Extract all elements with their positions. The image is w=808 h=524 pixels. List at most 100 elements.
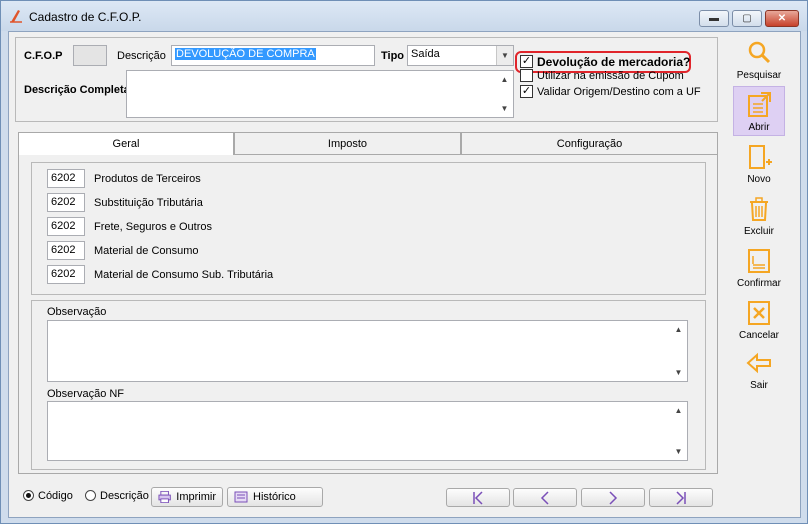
- new-document-icon: [749, 145, 772, 169]
- row-code-3[interactable]: 6202: [47, 217, 85, 236]
- next-record-button[interactable]: [581, 488, 645, 507]
- abrir-label: Abrir: [748, 122, 770, 133]
- imprimir-button[interactable]: Imprimir: [151, 487, 223, 507]
- descricao-completa-field[interactable]: ▲ ▼: [126, 70, 514, 118]
- observacao-nf-field[interactable]: ▲ ▼: [47, 401, 688, 461]
- tab-configuracao[interactable]: Configuração: [461, 132, 718, 154]
- scroll-down-icon[interactable]: ▼: [675, 447, 683, 456]
- descricao-label: Descrição: [117, 50, 166, 62]
- scrollbar[interactable]: ▲ ▼: [671, 403, 686, 459]
- minimize-icon: ▬: [709, 13, 719, 24]
- last-record-button[interactable]: [649, 488, 713, 507]
- devolucao-checkbox[interactable]: ✓: [520, 55, 533, 68]
- row-text-2: Substituição Tributária: [94, 197, 203, 209]
- title-bar: Cadastro de C.F.O.P. ▬ ▢ ✕: [1, 1, 807, 31]
- scroll-up-icon[interactable]: ▲: [675, 406, 683, 415]
- open-icon: [748, 92, 771, 117]
- cfop-label: C.F.O.P: [24, 50, 63, 62]
- cfop-field[interactable]: [73, 45, 107, 66]
- scroll-up-icon[interactable]: ▲: [675, 325, 683, 334]
- cancel-icon: [748, 301, 770, 325]
- row-code-4-value: 6202: [51, 244, 76, 256]
- client-area: C.F.O.P Descrição DEVOLUÇÃO DE COMPRA Ti…: [8, 31, 801, 518]
- observacao-label: Observação: [47, 306, 107, 318]
- minimize-button[interactable]: ▬: [699, 10, 729, 27]
- tab-configuracao-label: Configuração: [556, 137, 623, 150]
- observacao-nf-label: Observação NF: [47, 388, 125, 400]
- tab-content: 6202 Produtos de Terceiros 6202 Substitu…: [18, 154, 718, 474]
- observacao-field[interactable]: ▲ ▼: [47, 320, 688, 382]
- confirm-icon: [748, 249, 770, 273]
- pesquisar-button[interactable]: Pesquisar: [733, 38, 785, 81]
- tipo-label: Tipo: [381, 50, 405, 62]
- row-text-4: Material de Consumo: [94, 245, 199, 257]
- descricao-field[interactable]: DEVOLUÇÃO DE COMPRA: [171, 45, 375, 66]
- historico-button[interactable]: Histórico: [227, 487, 323, 507]
- printer-icon: [158, 491, 171, 503]
- radio-codigo[interactable]: [23, 490, 34, 501]
- row-code-2-value: 6202: [51, 196, 76, 208]
- close-icon: ✕: [777, 13, 787, 24]
- trash-icon: [750, 197, 768, 221]
- confirmar-label: Confirmar: [737, 278, 781, 289]
- tab-geral-label: Geral: [112, 138, 140, 150]
- historico-label: Histórico: [253, 491, 296, 503]
- row-code-1[interactable]: 6202: [47, 169, 85, 188]
- cupom-label: Utilizar na emissão de Cupom: [537, 70, 684, 82]
- search-icon: [748, 41, 771, 64]
- last-icon: [676, 490, 686, 505]
- novo-button[interactable]: Novo: [733, 142, 785, 185]
- validar-uf-checkbox[interactable]: ✓: [520, 85, 533, 98]
- sair-label: Sair: [750, 380, 768, 391]
- first-icon: [473, 490, 483, 505]
- validar-uf-label: Validar Origem/Destino com a UF: [537, 86, 701, 98]
- tab-geral[interactable]: Geral: [18, 132, 234, 155]
- chevron-down-icon[interactable]: ▼: [496, 46, 513, 65]
- row-text-3: Frete, Seguros e Outros: [94, 221, 212, 233]
- sair-button[interactable]: Sair: [733, 348, 785, 391]
- row-code-5[interactable]: 6202: [47, 265, 85, 284]
- window: Cadastro de C.F.O.P. ▬ ▢ ✕ C.F.O.P Descr…: [0, 0, 808, 524]
- maximize-icon: ▢: [742, 13, 752, 24]
- descricao-completa-label: Descrição Completa: [24, 84, 130, 96]
- tab-imposto-label: Imposto: [327, 137, 368, 150]
- tab-imposto[interactable]: Imposto: [234, 132, 461, 154]
- imprimir-label: Imprimir: [176, 491, 216, 503]
- descricao-value: DEVOLUÇÃO DE COMPRA: [175, 48, 316, 60]
- maximize-button[interactable]: ▢: [732, 10, 762, 27]
- previous-record-button[interactable]: [513, 488, 577, 507]
- previous-icon: [540, 490, 549, 505]
- next-icon: [609, 490, 618, 505]
- row-code-4[interactable]: 6202: [47, 241, 85, 260]
- scroll-up-icon[interactable]: ▲: [501, 75, 509, 84]
- row-text-1: Produtos de Terceiros: [94, 173, 201, 185]
- radio-codigo-label: Código: [38, 490, 73, 502]
- history-icon: [234, 491, 248, 503]
- row-text-5: Material de Consumo Sub. Tributária: [94, 269, 274, 281]
- row-code-2[interactable]: 6202: [47, 193, 85, 212]
- abrir-button[interactable]: Abrir: [733, 86, 785, 136]
- cancelar-label: Cancelar: [738, 330, 780, 341]
- scrollbar[interactable]: ▲ ▼: [671, 322, 686, 380]
- tipo-select[interactable]: Saída ▼: [407, 45, 514, 66]
- exit-arrow-icon: [746, 352, 771, 374]
- close-button[interactable]: ✕: [765, 10, 799, 27]
- cupom-checkbox[interactable]: [520, 69, 533, 82]
- scrollbar[interactable]: ▲ ▼: [497, 72, 512, 116]
- window-title: Cadastro de C.F.O.P.: [29, 10, 142, 24]
- row-code-1-value: 6202: [51, 172, 76, 184]
- first-record-button[interactable]: [446, 488, 510, 507]
- cancelar-button[interactable]: Cancelar: [733, 298, 785, 341]
- row-code-3-value: 6202: [51, 220, 76, 232]
- novo-label: Novo: [747, 174, 771, 185]
- excluir-button[interactable]: Excluir: [733, 194, 785, 237]
- scroll-down-icon[interactable]: ▼: [501, 104, 509, 113]
- scroll-down-icon[interactable]: ▼: [675, 368, 683, 377]
- excluir-label: Excluir: [743, 226, 774, 237]
- app-logo-icon: [10, 10, 22, 23]
- pesquisar-label: Pesquisar: [736, 70, 782, 81]
- confirmar-button[interactable]: Confirmar: [733, 246, 785, 289]
- tipo-value: Saída: [411, 48, 440, 60]
- devolucao-label: Devolução de mercadoria?: [537, 55, 691, 69]
- radio-descricao[interactable]: [85, 490, 96, 501]
